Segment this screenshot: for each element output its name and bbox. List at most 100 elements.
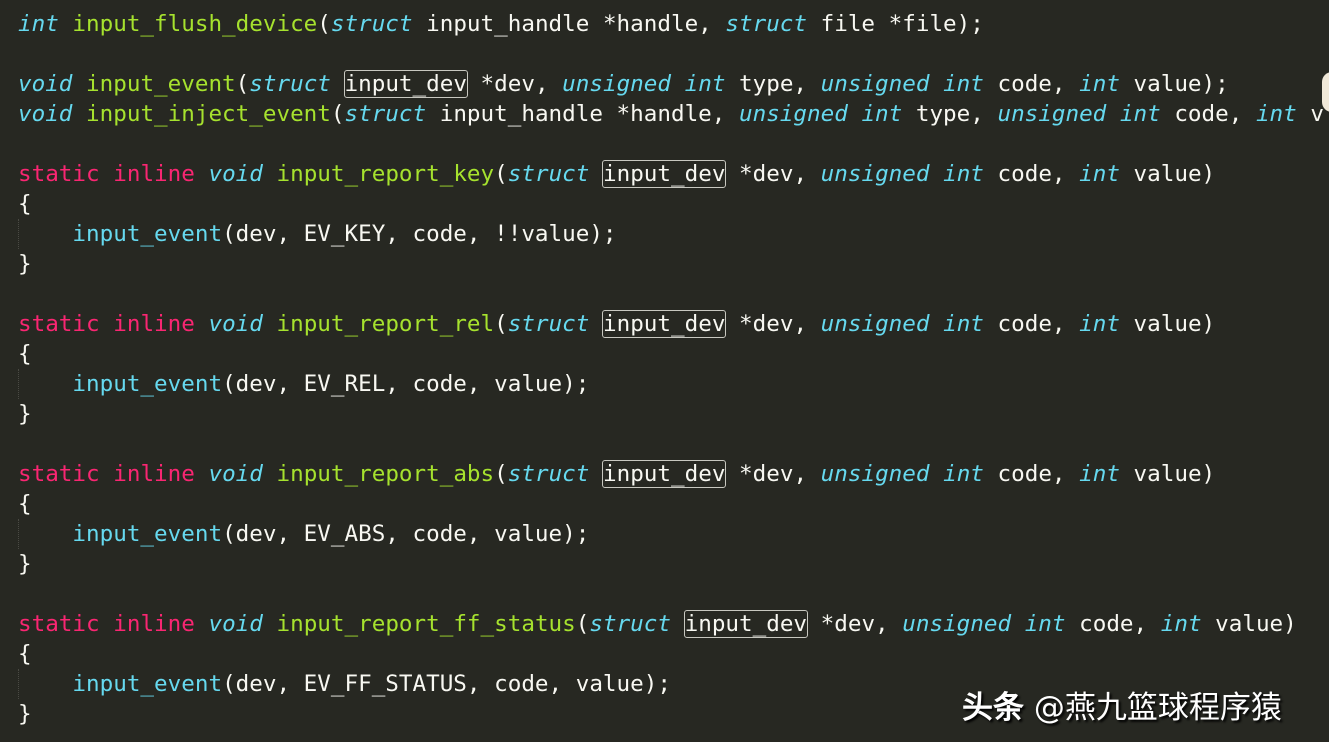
code-line: input_event(dev, EV_REL, code, value); [18, 369, 1324, 399]
code-token: inline [113, 611, 195, 637]
code-line: { [18, 339, 1324, 369]
code-editor[interactable]: int input_flush_device(struct input_hand… [18, 9, 1324, 729]
code-token: unsigned [562, 71, 671, 97]
code-token: value) [1201, 611, 1297, 637]
code-token: ( [494, 311, 508, 337]
code-token: (dev, EV_FF_STATUS, code, value); [222, 671, 671, 697]
code-token: *dev, [725, 311, 821, 337]
code-token: struct [589, 611, 671, 637]
code-token: file *file); [807, 11, 984, 37]
code-token: inline [113, 161, 195, 187]
code-token: code, [983, 461, 1080, 487]
code-token: struct [507, 161, 590, 187]
code-token: ( [235, 71, 250, 97]
code-token: value) [1119, 161, 1216, 187]
code-token: input_event [72, 221, 223, 247]
code-token: void [208, 311, 263, 337]
code-token: } [18, 701, 32, 727]
code-line: { [18, 639, 1324, 669]
code-token: int [684, 71, 726, 97]
code-line: int input_flush_device(struct input_hand… [18, 9, 1324, 39]
code-token: inline [113, 311, 195, 337]
code-token: ( [317, 11, 331, 37]
indent-guide [18, 369, 19, 399]
code-token: void [208, 461, 263, 487]
code-line: static inline void input_report_key(stru… [18, 159, 1324, 189]
code-token: input_report_ff_status [276, 611, 576, 637]
code-token: ( [494, 461, 508, 487]
code-line: } [18, 249, 1324, 279]
code-token: input_event [72, 521, 223, 547]
code-line: static inline void input_report_rel(stru… [18, 309, 1324, 339]
watermark: 头条 @燕九篮球程序猿 [962, 682, 1282, 727]
code-token: unsigned [820, 311, 930, 337]
code-token: int [861, 101, 903, 127]
highlighted-symbol: input_dev [343, 70, 468, 98]
code-line: input_event(dev, EV_KEY, code, !!value); [18, 219, 1324, 249]
code-token: *dev, [725, 461, 821, 487]
code-line: input_event(dev, EV_ABS, code, value); [18, 519, 1324, 549]
code-line: void input_inject_event(struct input_han… [18, 99, 1324, 129]
code-token: int [18, 11, 59, 37]
code-token: void [208, 611, 263, 637]
code-line: { [18, 489, 1324, 519]
code-token: input_report_rel [276, 311, 495, 337]
code-token: code, [1160, 101, 1256, 127]
code-token: input_report_key [276, 161, 495, 187]
code-token: type, [902, 101, 998, 127]
indent-guide [18, 219, 19, 249]
code-token: code, [983, 71, 1080, 97]
code-token: (dev, EV_REL, code, value); [222, 371, 590, 397]
code-token: void [18, 101, 73, 127]
code-token: int [943, 161, 984, 187]
code-token: struct [725, 11, 808, 37]
code-token: int [1024, 611, 1066, 637]
code-token: struct [507, 461, 590, 487]
code-token: value); [1119, 71, 1229, 97]
code-token: } [18, 401, 32, 427]
highlighted-symbol: input_dev [683, 610, 809, 638]
code-token: *dev, [725, 161, 821, 187]
code-line: } [18, 399, 1324, 429]
code-token: type, [725, 71, 821, 97]
code-token: int [1255, 101, 1297, 127]
code-token: *dev, [807, 611, 903, 637]
code-token: { [18, 641, 32, 667]
code-token: static [18, 311, 100, 337]
highlighted-symbol: input_dev [601, 160, 727, 188]
cursor-overlay-icon [1322, 72, 1329, 112]
code-token: code, [983, 161, 1080, 187]
code-token: value) [1119, 311, 1216, 337]
code-token: { [18, 191, 32, 217]
code-token: ( [494, 161, 508, 187]
code-token: int [943, 311, 984, 337]
code-token: unsigned [820, 71, 930, 97]
code-token: input_event [72, 671, 223, 697]
code-token: void [18, 71, 73, 97]
code-token: static [18, 611, 100, 637]
code-token: (dev, EV_KEY, code, !!value); [222, 221, 617, 247]
code-token: ( [575, 611, 590, 637]
